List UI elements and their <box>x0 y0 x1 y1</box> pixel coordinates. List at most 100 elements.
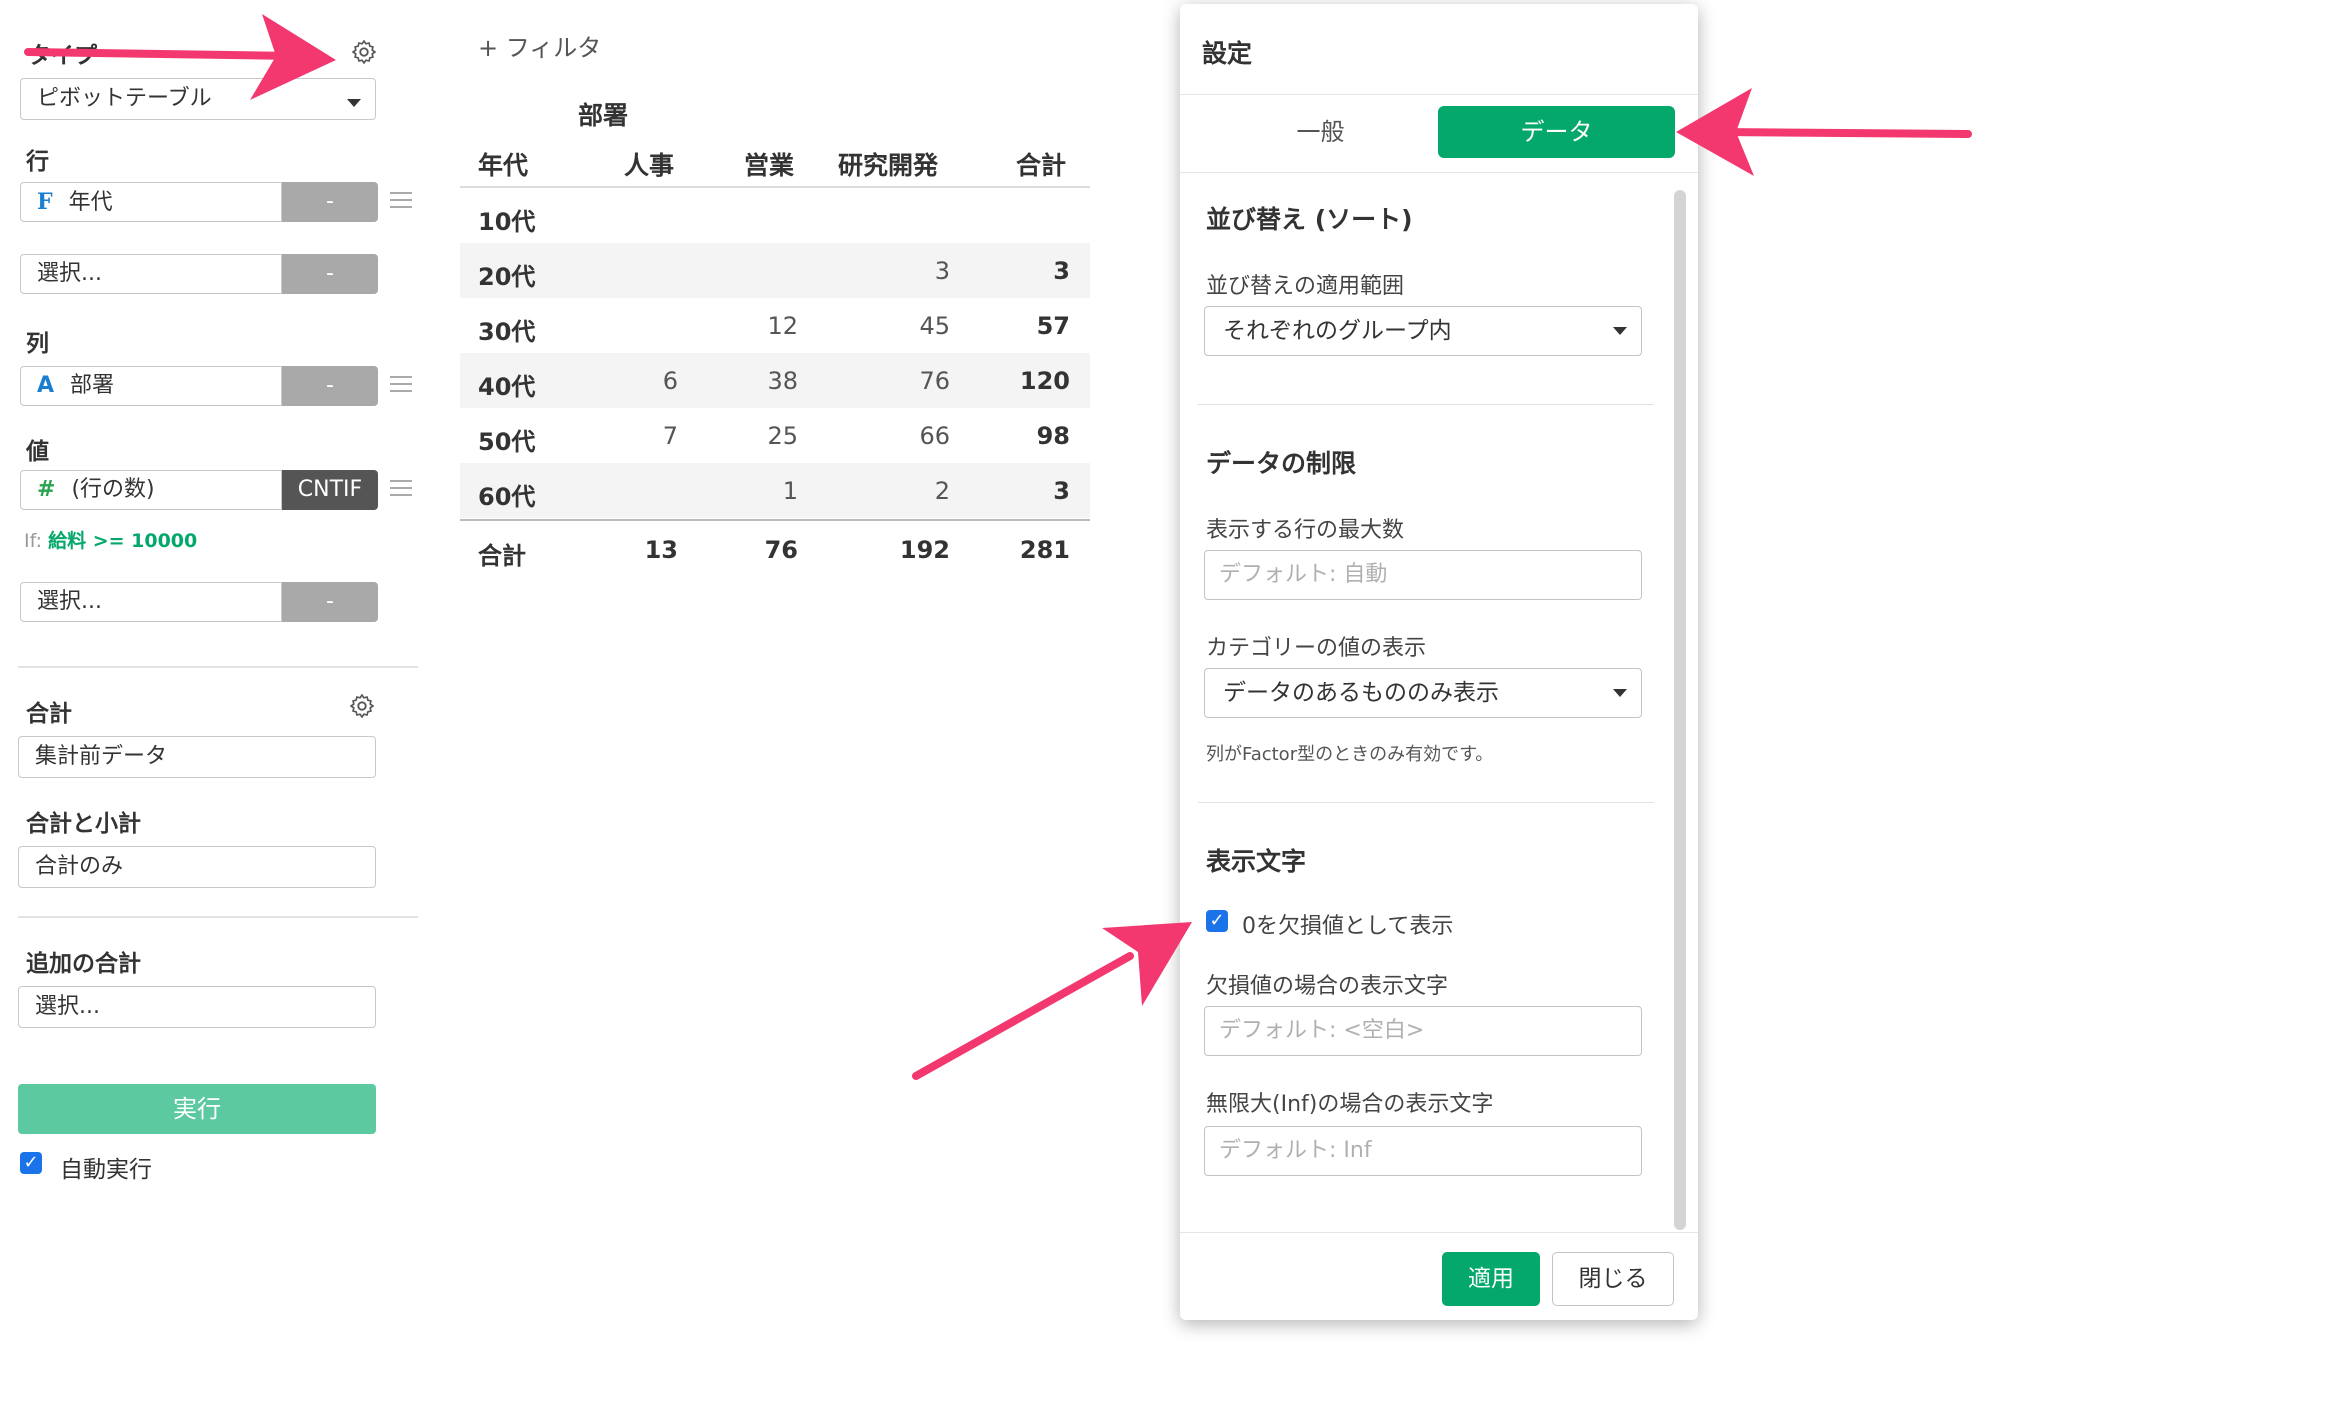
value-agg-button[interactable]: CNTIF <box>282 470 378 510</box>
total-label: 合計 <box>26 701 72 727</box>
tab-data[interactable]: データ <box>1438 106 1675 158</box>
sort-scope-value: それぞれのグループ内 <box>1223 318 1452 344</box>
footer-separator <box>1180 1232 1698 1233</box>
factor-type-icon: F <box>37 189 53 215</box>
table-cell: 45 <box>919 312 950 340</box>
column-field-agg-button[interactable]: - <box>282 366 378 406</box>
table-cell: 7 <box>662 422 678 450</box>
total-input[interactable]: 集計前データ <box>18 736 376 778</box>
row-field-menu-icon[interactable] <box>390 192 412 212</box>
settings-dialog: 設定 一般 データ 並び替え (ソート) 並び替えの適用範囲 それぞれのグループ… <box>1180 4 1698 1320</box>
max-rows-input[interactable]: デフォルト: 自動 <box>1204 550 1642 600</box>
dialog-title: 設定 <box>1202 39 1253 68</box>
row-header: 10代 <box>478 208 536 236</box>
gear-icon[interactable] <box>348 692 376 720</box>
chevron-down-icon <box>1613 327 1627 335</box>
table-header: 年代 <box>478 151 529 180</box>
column-field-name[interactable]: A 部署 <box>20 366 282 406</box>
table-cell: 25 <box>767 422 798 450</box>
table-row: 30代 12 45 57 <box>460 298 1090 353</box>
extra-total-input[interactable]: 選択... <box>18 986 376 1028</box>
inf-text-label: 無限大(Inf)の場合の表示文字 <box>1206 1092 1494 1117</box>
missing-text-label: 欠損値の場合の表示文字 <box>1206 974 1449 999</box>
auto-run-checkbox[interactable]: ✓ <box>20 1152 42 1174</box>
value-field[interactable]: # (行の数) CNTIF <box>20 470 412 512</box>
row-header: 30代 <box>478 318 536 346</box>
dialog-header-separator <box>1180 94 1698 95</box>
value-select[interactable]: 選択... - <box>20 582 378 624</box>
row-field-agg-button[interactable]: - <box>282 182 378 222</box>
chevron-down-icon <box>1613 689 1627 697</box>
row-header: 40代 <box>478 373 536 401</box>
run-button[interactable]: 実行 <box>18 1084 376 1134</box>
category-display-select[interactable]: データのあるもののみ表示 <box>1204 668 1642 718</box>
row-select-button[interactable]: - <box>282 254 378 294</box>
sort-scope-select[interactable]: それぞれのグループ内 <box>1204 306 1642 356</box>
column-field[interactable]: A 部署 - <box>20 366 412 408</box>
character-type-icon: A <box>37 373 55 398</box>
left-panel: タイプ ピボットテーブル 行 F 年代 - 選択... - 列 A 部署 - 値 #… <box>0 0 430 1402</box>
row-select-input[interactable]: 選択... <box>20 254 282 294</box>
row-header: 20代 <box>478 263 536 291</box>
category-display-value: データのあるもののみ表示 <box>1223 680 1499 706</box>
arrow-to-checkbox <box>912 922 1192 1080</box>
missing-text-input[interactable]: デフォルト: <空白> <box>1204 1006 1642 1056</box>
extra-total-label: 追加の合計 <box>26 951 141 977</box>
table-row: 40代 6 38 76 120 <box>460 353 1090 408</box>
table-cell: 12 <box>767 312 798 340</box>
table-cell-total: 76 <box>764 536 798 564</box>
table-cell-total: 281 <box>1019 536 1070 564</box>
table-cell-total: 3 <box>1053 477 1070 505</box>
value-label: 値 <box>26 439 49 465</box>
table-cell: 3 <box>934 257 950 285</box>
auto-run-label: 自動実行 <box>60 1157 152 1183</box>
value-select-input[interactable]: 選択... <box>20 582 282 622</box>
table-cell: 66 <box>919 422 950 450</box>
chevron-down-icon <box>347 99 361 107</box>
category-display-label: カテゴリーの値の表示 <box>1206 636 1427 661</box>
sort-scope-label: 並び替えの適用範囲 <box>1206 274 1405 299</box>
row-select[interactable]: 選択... - <box>20 254 378 296</box>
zero-as-missing-label: 0を欠損値として表示 <box>1242 914 1454 939</box>
column-field-menu-icon[interactable] <box>390 376 412 396</box>
value-field-menu-icon[interactable] <box>390 480 412 500</box>
row-header: 50代 <box>478 428 536 456</box>
table-cell-total: 13 <box>644 536 678 564</box>
display-text-heading: 表示文字 <box>1206 847 1307 876</box>
row-field[interactable]: F 年代 - <box>20 182 412 224</box>
subtotal-input[interactable]: 合計のみ <box>18 846 376 888</box>
category-note: 列がFactor型のときのみ有効です。 <box>1206 744 1494 765</box>
close-button[interactable]: 閉じる <box>1552 1252 1674 1306</box>
table-cell-total: 192 <box>899 536 950 564</box>
gear-icon[interactable] <box>350 38 378 66</box>
value-select-button[interactable]: - <box>282 582 378 622</box>
zero-as-missing-checkbox[interactable]: ✓ <box>1206 910 1228 932</box>
inf-text-input[interactable]: デフォルト: Inf <box>1204 1126 1642 1176</box>
total-row-header: 合計 <box>478 542 526 570</box>
add-filter-button[interactable]: + フィルタ <box>478 28 601 63</box>
tab-general[interactable]: 一般 <box>1202 106 1439 158</box>
table-row: 60代 1 2 3 <box>460 463 1090 518</box>
value-field-label: (行の数) <box>71 477 155 502</box>
table-cell: 6 <box>662 367 678 395</box>
row-label: 行 <box>26 149 49 175</box>
section-divider <box>1198 802 1654 803</box>
table-row: 10代 <box>460 188 1090 243</box>
type-select[interactable]: ピボットテーブル <box>20 78 376 120</box>
column-label: 列 <box>26 331 49 357</box>
table-cell: 76 <box>919 367 950 395</box>
table-cell-total: 3 <box>1053 257 1070 285</box>
row-header: 60代 <box>478 483 536 511</box>
arrow-to-data-tab <box>1676 88 1972 176</box>
table-cell-total: 98 <box>1036 422 1070 450</box>
table-header: 営業 <box>744 151 795 180</box>
tab-separator <box>1180 172 1698 173</box>
value-field-name[interactable]: # (行の数) <box>20 470 282 510</box>
apply-button[interactable]: 適用 <box>1442 1252 1540 1306</box>
dialog-scrollbar[interactable] <box>1674 190 1686 1230</box>
value-filter-condition[interactable]: If: 給料 >= 10000 <box>24 526 197 553</box>
table-cell-total: 120 <box>1019 367 1070 395</box>
row-field-name[interactable]: F 年代 <box>20 182 282 222</box>
table-header: 人事 <box>624 151 675 180</box>
type-select-value: ピボットテーブル <box>37 86 212 111</box>
